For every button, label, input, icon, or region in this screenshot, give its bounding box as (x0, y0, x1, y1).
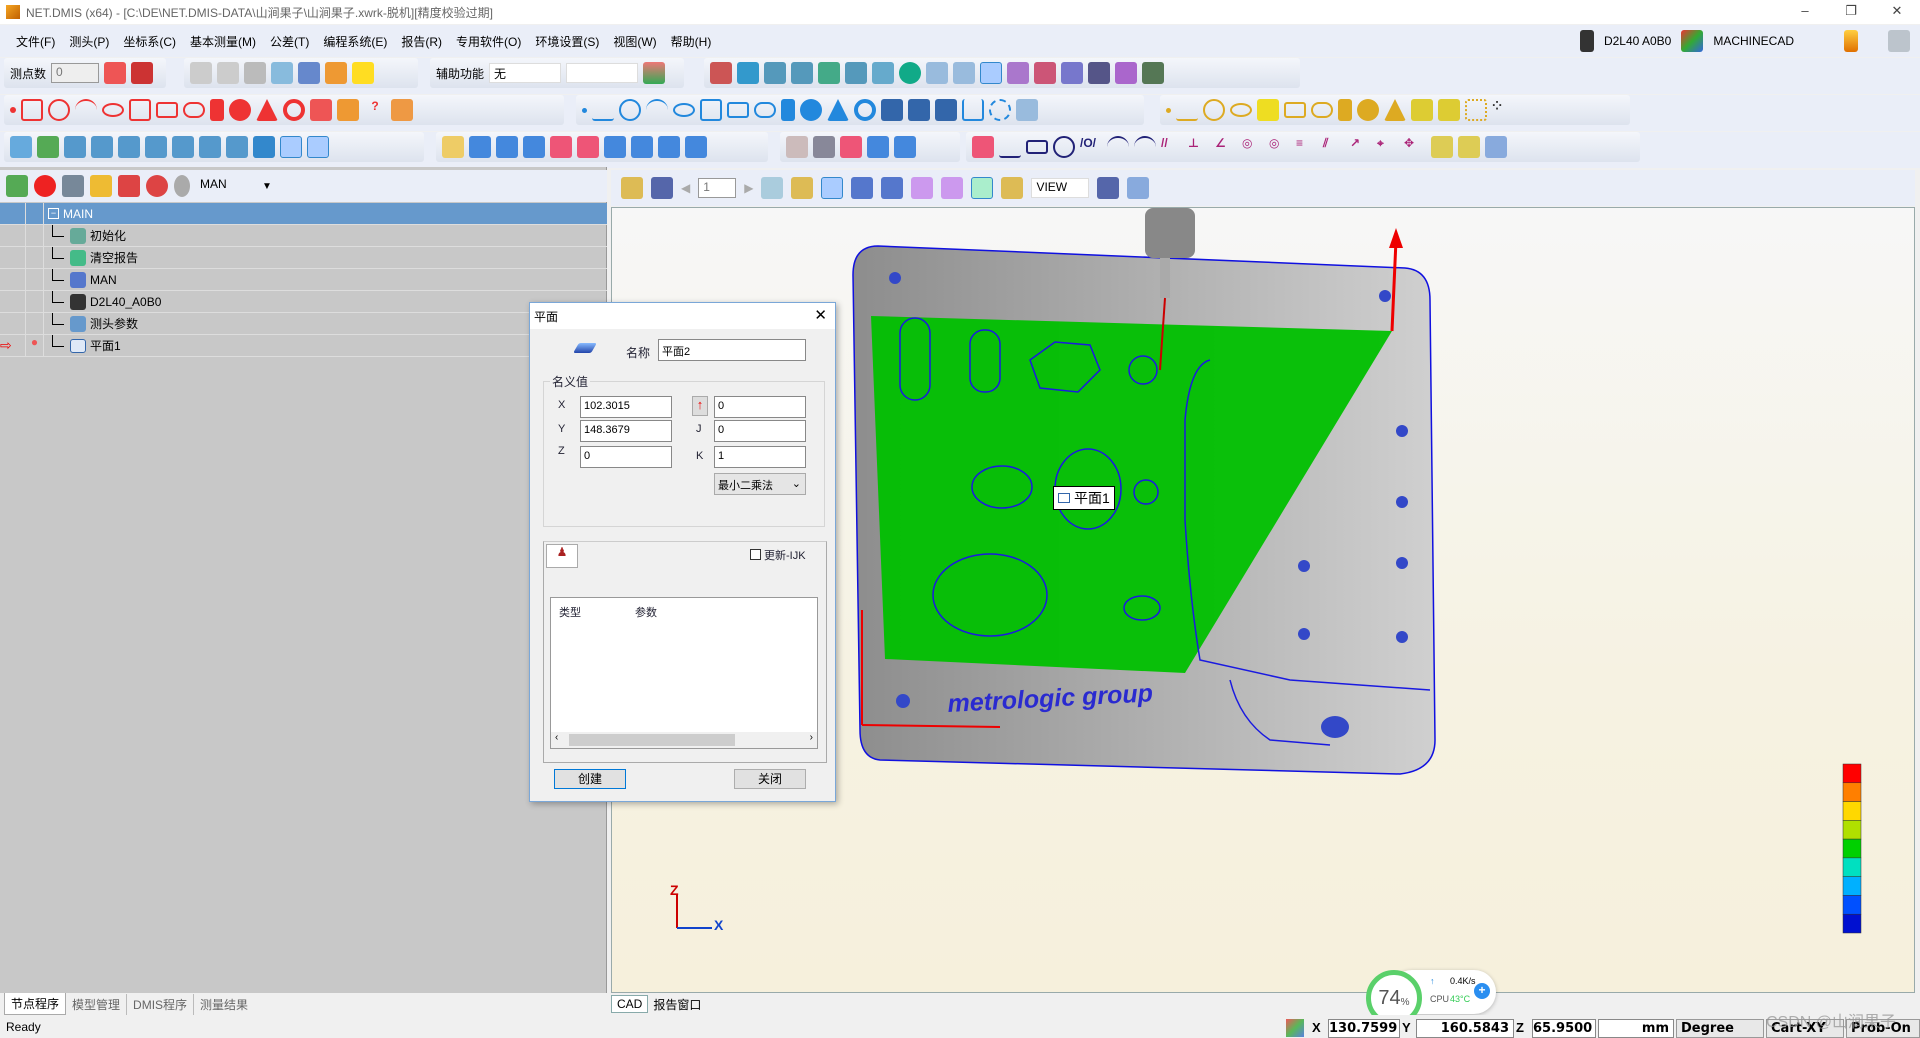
x-coord-field: 130.7599 (1328, 1019, 1400, 1038)
color-scale-segment (1842, 820, 1862, 840)
y-field[interactable]: 148.3679 (580, 420, 672, 442)
method-value: 最小二乘法 (718, 480, 773, 492)
y-coord-field: 160.5843 (1416, 1019, 1514, 1038)
color-scale-segment (1842, 763, 1862, 784)
color-scale-segment (1842, 857, 1862, 877)
watermark: CSDN @山涧果子 (1766, 1014, 1897, 1031)
horizontal-scrollbar[interactable]: ‹ › (551, 732, 817, 748)
feature-table: 类型 参数 ‹ › (550, 597, 818, 749)
probe-pick-button[interactable]: ♟ (546, 544, 578, 568)
tab-node-program[interactable]: 节点程序 (4, 993, 67, 1015)
tab-report-window[interactable]: 报告窗口 (648, 995, 706, 1014)
color-scale-segment (1842, 895, 1862, 915)
method-select[interactable]: 最小二乘法 ⌄ (714, 473, 806, 495)
close-button[interactable]: 关闭 (734, 769, 806, 789)
x-field[interactable]: 102.3015 (580, 396, 672, 418)
j-field[interactable]: 0 (714, 420, 806, 442)
k-label: K (696, 450, 704, 462)
cad-model: metrologic group Z X (670, 208, 1862, 934)
x-coord-label: X (1312, 1020, 1321, 1035)
dialog-close-icon[interactable]: ✕ (814, 306, 827, 324)
net-speed: 0.4K/s (1450, 976, 1476, 986)
plane-feature-icon (573, 343, 597, 353)
nominal-group-label: 名义值 (550, 373, 591, 390)
name-field[interactable]: 平面2 (658, 339, 806, 361)
k-field[interactable]: 1 (714, 446, 806, 468)
cpu-temp: 43°C (1450, 994, 1471, 1004)
feature-label-tag[interactable]: 平面1 (1053, 486, 1115, 510)
z-field[interactable]: 0 (580, 446, 672, 468)
name-label: 名称 (626, 346, 651, 360)
cpu-label: CPU (1430, 994, 1450, 1004)
dialog-titlebar: 平面 ✕ (530, 303, 835, 329)
left-panel-tabs: 节点程序 模型管理 DMIS程序 测量结果 (0, 993, 607, 1015)
update-ijk-checkbox[interactable] (750, 549, 761, 560)
status-text: Ready (6, 1019, 41, 1034)
color-scale-segment (1842, 801, 1862, 821)
create-button[interactable]: 创建 (554, 769, 626, 789)
tab-model-manager[interactable]: 模型管理 (66, 993, 128, 1015)
axis-x-label: X (714, 917, 724, 933)
x-label: X (558, 399, 566, 411)
upload-arrow-icon: ↑ (1430, 976, 1435, 986)
memory-percent: 74 (1378, 986, 1401, 1009)
y-coord-label: Y (1402, 1020, 1411, 1035)
color-scale-segment (1842, 838, 1862, 859)
color-scale-segment (1842, 876, 1862, 896)
tab-measure-results[interactable]: 测量结果 (194, 994, 254, 1015)
column-header-params[interactable]: 参数 (635, 604, 657, 620)
i-field[interactable]: 0 (714, 396, 806, 418)
feature-label-text: 平面1 (1074, 490, 1110, 506)
update-ijk-label: 更新-IJK (764, 550, 806, 562)
unit-field: mm (1598, 1019, 1674, 1038)
chevron-down-icon: ⌄ (791, 478, 801, 490)
column-header-type[interactable]: 类型 (559, 604, 581, 620)
tab-cad[interactable]: CAD (611, 995, 649, 1013)
z-coord-field: 65.9500 (1532, 1019, 1596, 1038)
angle-unit-select[interactable]: Degree (1676, 1019, 1764, 1038)
axis-z-label: Z (670, 882, 679, 898)
dialog-title: 平面 (534, 309, 559, 324)
tab-dmis-program[interactable]: DMIS程序 (127, 993, 195, 1015)
plane-icon (1058, 493, 1070, 503)
color-scale-bar (1842, 763, 1862, 934)
flip-vector-button[interactable]: ↑ (692, 396, 708, 416)
color-scale-segment (1842, 782, 1862, 802)
scrollbar-thumb[interactable] (569, 734, 735, 746)
y-label: Y (558, 423, 566, 435)
plane-dialog: 平面 ✕ 名称 平面2 名义值 X 102.3015 Y 148.3679 Z 0… (529, 302, 836, 802)
color-scale-segment (1842, 913, 1862, 934)
z-coord-label: Z (1516, 1020, 1524, 1035)
probe-body (1145, 208, 1195, 258)
coordinate-axes-icon (1286, 1019, 1304, 1037)
cad-tabs: CAD 报告窗口 (611, 993, 706, 1015)
j-label: J (696, 423, 702, 435)
view-triad: Z X (670, 882, 724, 933)
z-label: Z (558, 445, 565, 457)
plus-icon[interactable]: + (1474, 983, 1490, 999)
